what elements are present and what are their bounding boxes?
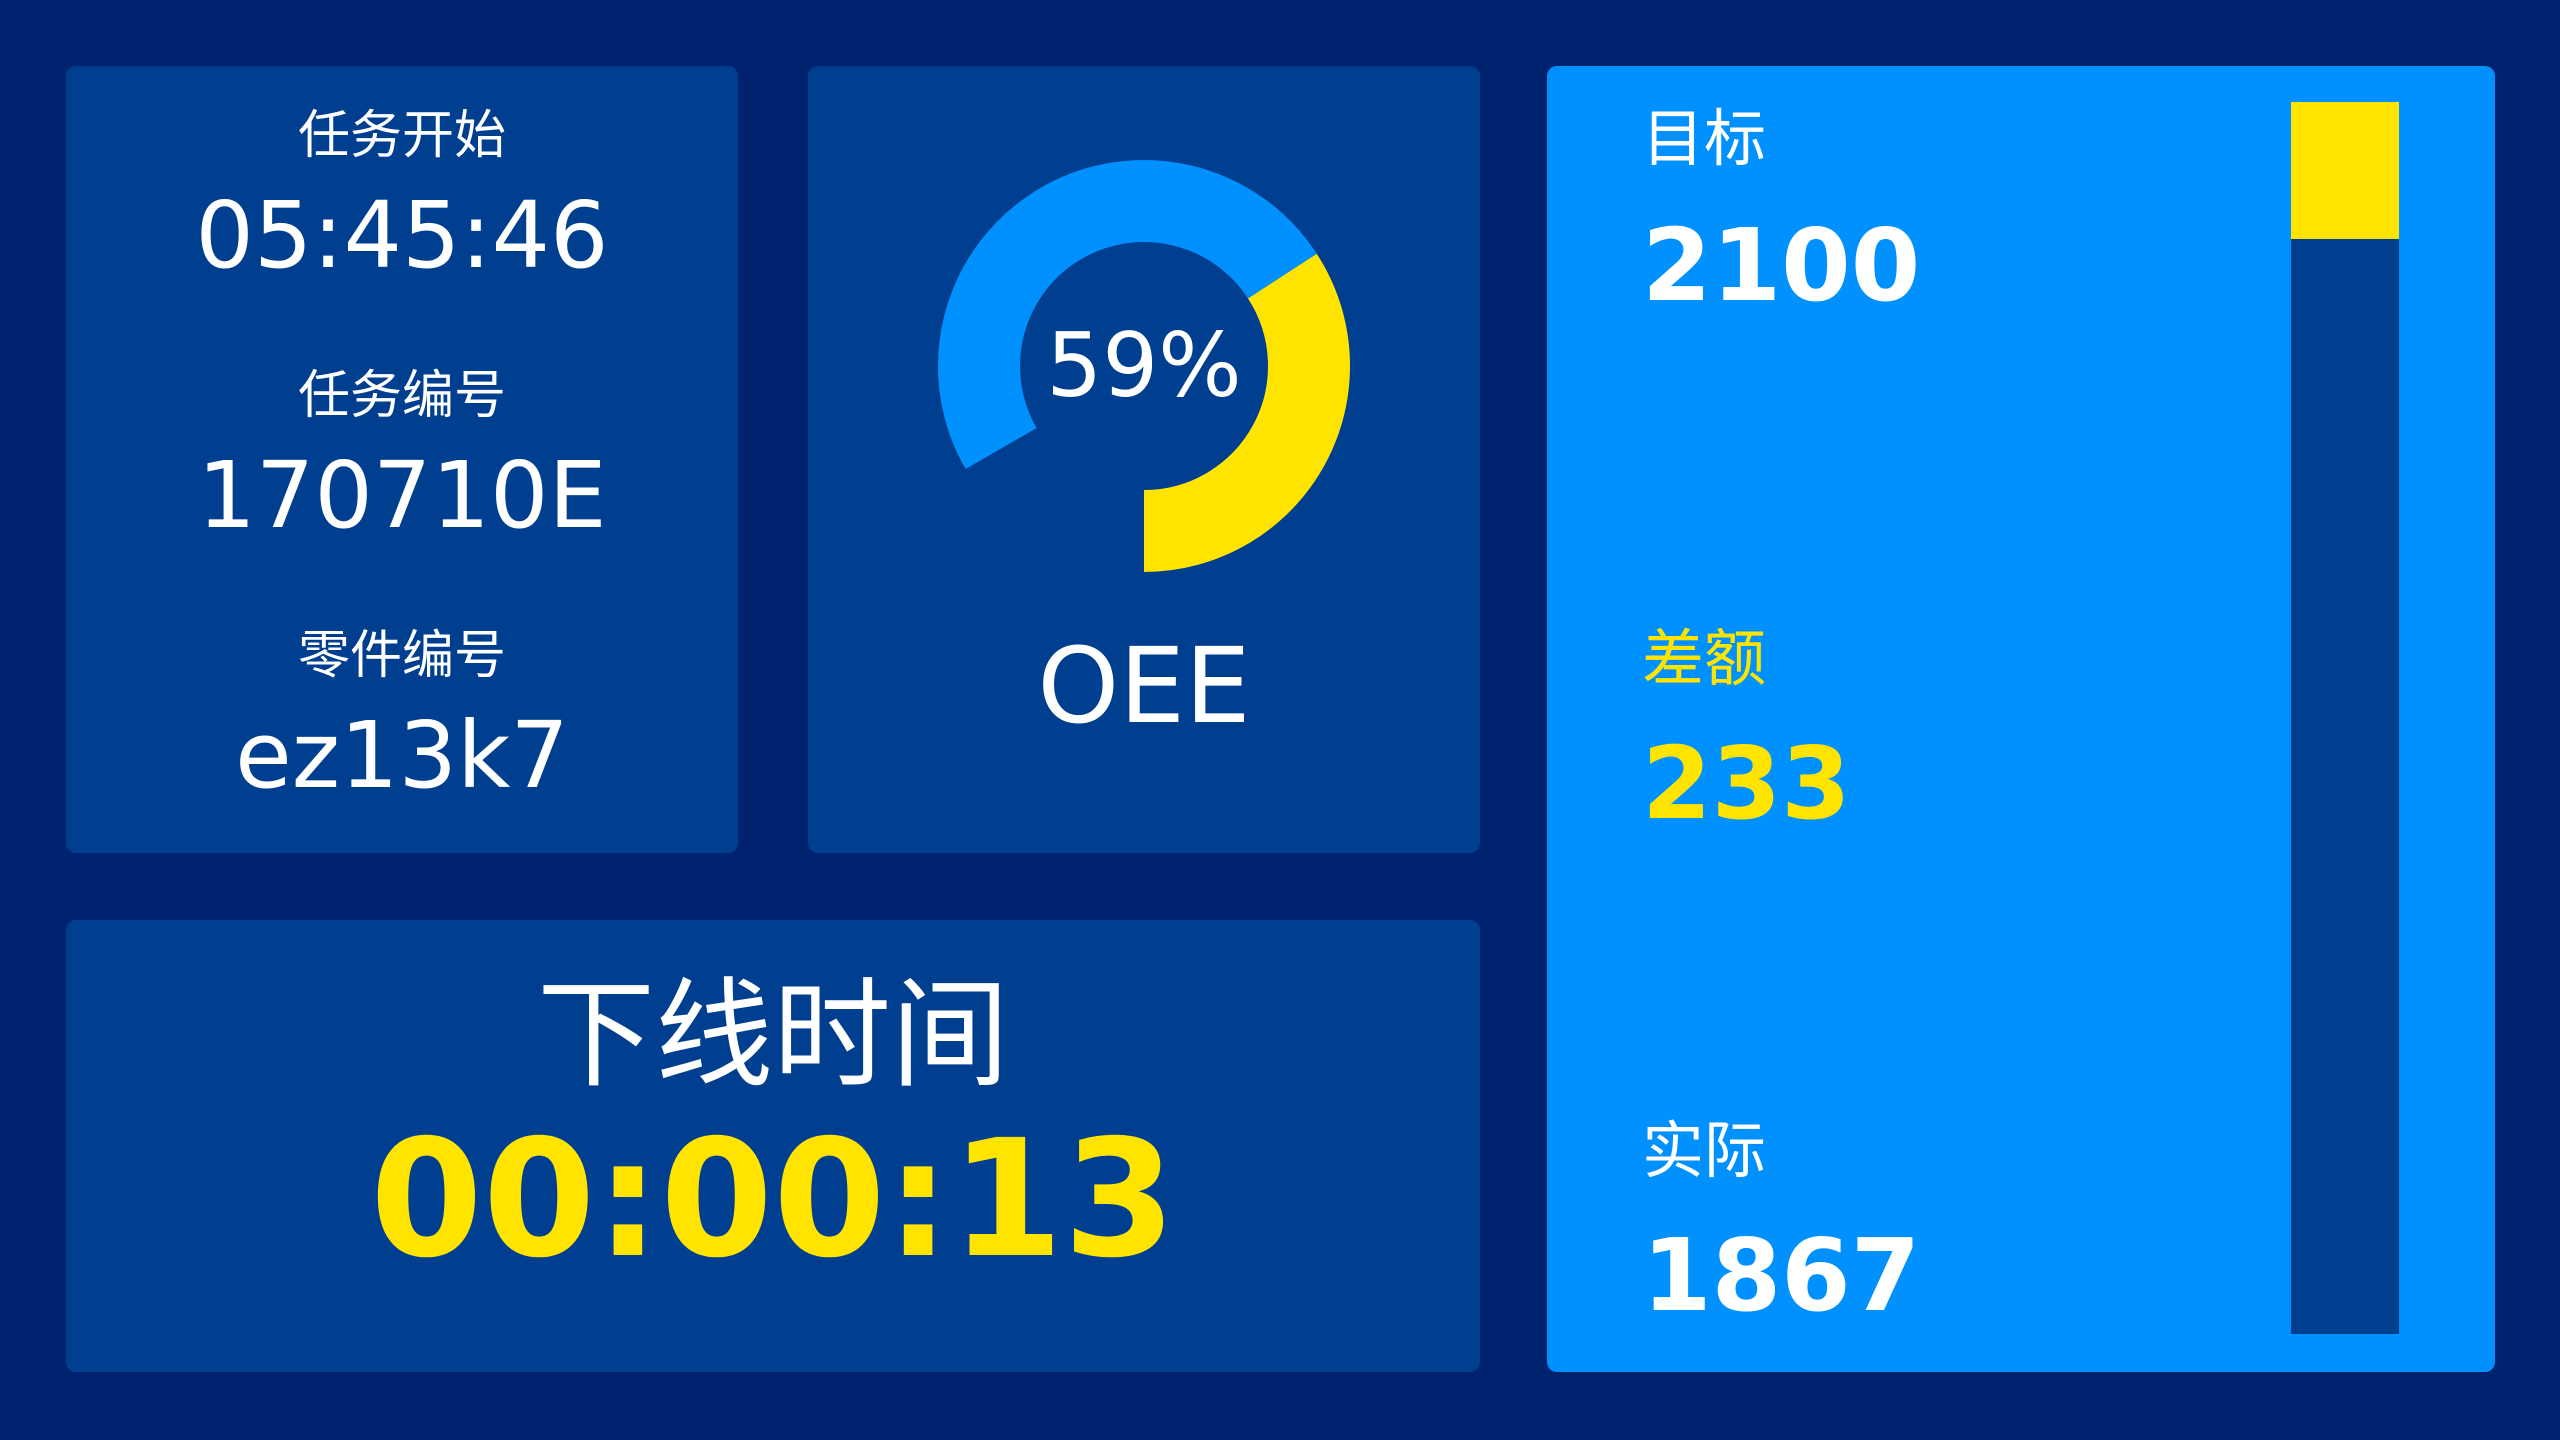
oee-panel: 59% OEE	[808, 66, 1480, 853]
gap-label: 差额	[1642, 622, 1767, 695]
task-start-value: 05:45:46	[195, 182, 609, 289]
task-number-value: 170710E	[197, 442, 607, 549]
offline-time-panel: 下线时间 00:00:13	[66, 920, 1480, 1372]
progress-bar-fill	[2291, 102, 2399, 239]
oee-label: OEE	[1037, 625, 1251, 747]
part-number-label: 零件编号	[297, 626, 506, 686]
actual-label: 实际	[1642, 1114, 1767, 1187]
task-number-label: 任务编号	[297, 366, 506, 426]
progress-bar-track	[2291, 102, 2399, 1334]
gap-value: 233	[1642, 725, 1851, 842]
offline-time-value: 00:00:13	[370, 1106, 1176, 1294]
part-number-value: ez13k7	[235, 702, 569, 809]
offline-time-label: 下线时间	[536, 966, 1009, 1104]
oee-percent-text: 59%	[1046, 314, 1242, 417]
target-value: 2100	[1642, 207, 1921, 324]
task-start-label: 任务开始	[297, 106, 506, 166]
target-label: 目标	[1642, 102, 1767, 175]
output-panel: 目标 2100 差额 233 实际 1867	[1547, 66, 2495, 1372]
task-info-panel: 任务开始 05:45:46 任务编号 170710E 零件编号 ez13k7	[66, 66, 738, 853]
actual-value: 1867	[1642, 1217, 1921, 1334]
